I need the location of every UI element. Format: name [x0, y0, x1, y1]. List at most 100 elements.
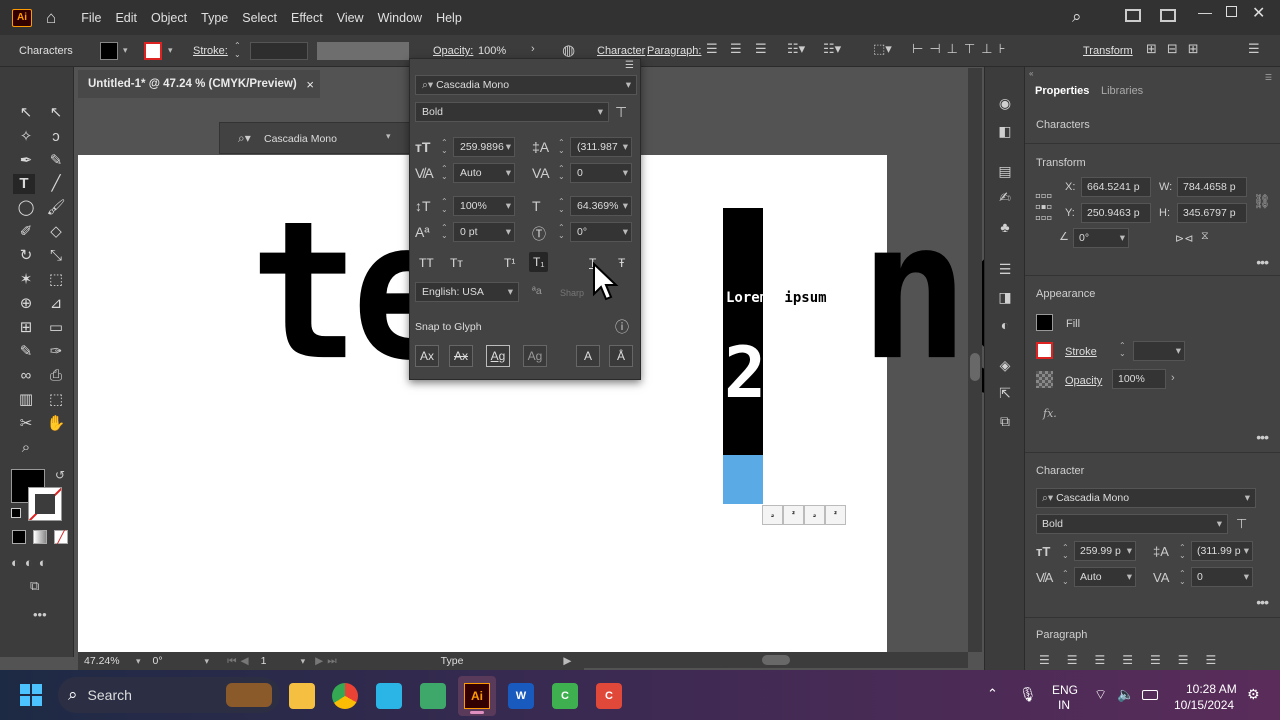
shape-builder-tool-icon[interactable]: ⊕	[15, 294, 37, 314]
measure-tool-icon[interactable]: ✑	[45, 342, 67, 362]
menu-window[interactable]: Window	[371, 11, 429, 25]
small-caps-button[interactable]: Tт	[450, 256, 463, 270]
tracking-input[interactable]: 0 ▾	[570, 163, 632, 183]
horizontal-scale-input[interactable]: 64.369% ▾	[570, 196, 632, 216]
snap-bounds-icon[interactable]: Ag	[486, 345, 510, 367]
transform-link[interactable]: Transform	[1083, 45, 1133, 57]
superscript-button[interactable]: T¹	[504, 256, 515, 270]
unlink-icon[interactable]: ⛓	[1253, 193, 1271, 210]
color-mode-icon[interactable]	[12, 530, 26, 544]
gradient-tool-icon[interactable]: ▭	[45, 318, 67, 338]
word-icon[interactable]: W	[508, 683, 534, 709]
variable-width-field[interactable]	[317, 42, 409, 60]
paragraph-align-icons[interactable]: ☰☰☰☰☰☰☰	[1039, 653, 1233, 667]
artboard-nav-icon[interactable]: ⏮◀	[227, 655, 253, 668]
blue-rectangle[interactable]	[723, 455, 763, 504]
align-center-icon[interactable]: ☰	[730, 41, 742, 57]
opacity-label[interactable]: Opacity:	[433, 45, 473, 57]
lorem-text[interactable]: Lorem	[726, 290, 768, 306]
glyph-alternate[interactable]: ₂	[804, 505, 825, 525]
ellipse-tool-icon[interactable]: ◯	[15, 198, 37, 218]
flip-horizontal-icon[interactable]: ⊳⊲	[1175, 232, 1193, 245]
panel-menu-icon[interactable]: ☰	[1248, 41, 1260, 57]
ipsum-text[interactable]: ipsum	[776, 290, 826, 306]
rotation-value[interactable]: 0°	[153, 655, 205, 667]
direct-selection-tool-icon[interactable]: ↖	[45, 103, 67, 123]
align-right-icon[interactable]: ☰	[755, 41, 767, 57]
stroke-color-swatch[interactable]	[28, 487, 62, 521]
more-options-icon[interactable]: •••	[1256, 429, 1269, 445]
font-style-field[interactable]: Bold ▾	[1036, 514, 1228, 534]
chevron-down-icon[interactable]: ▾	[136, 656, 141, 667]
perspective-grid-tool-icon[interactable]: ⊿	[45, 294, 67, 314]
clock-date[interactable]: 10/15/2024	[1174, 698, 1234, 712]
snap-proximity-icon[interactable]: Ag	[523, 345, 547, 367]
rotate-tool-icon[interactable]: ↻	[15, 246, 37, 266]
fx-icon[interactable]: fx.	[1043, 407, 1057, 420]
fill-swatch[interactable]	[1036, 314, 1053, 331]
screen-mode-icon[interactable]: ⧉	[30, 578, 39, 594]
big-text[interactable]: tes ng	[250, 195, 1071, 386]
vertical-scale-input[interactable]: 100% ▾	[453, 196, 515, 216]
kerning-stepper[interactable]: ⌃ ⌄	[1062, 570, 1069, 586]
recorder-icon[interactable]: C	[596, 683, 622, 709]
color-guide-icon[interactable]: ◉	[995, 95, 1015, 115]
angle-input[interactable]: 0° ▾	[1073, 228, 1129, 248]
workspace-icon[interactable]	[1125, 9, 1141, 22]
arrange-icon[interactable]	[1160, 9, 1176, 22]
transform-icon[interactable]: ⬚▾	[873, 41, 892, 57]
opacity-input[interactable]: 100%	[1112, 369, 1166, 389]
paragraph-link[interactable]: Paragraph:	[647, 45, 701, 57]
illustrator-logo[interactable]: Ai	[12, 8, 32, 27]
close-tab-icon[interactable]: ×	[306, 77, 314, 92]
chevron-right-icon[interactable]: ▶	[563, 655, 571, 667]
libraries-icon[interactable]: ◧	[995, 123, 1015, 143]
lasso-tool-icon[interactable]: ↄ	[45, 127, 67, 147]
panel-menu-icon[interactable]: ☰	[625, 60, 634, 71]
warp-tool-icon[interactable]: ✶	[15, 270, 37, 290]
rotation-stepper[interactable]: ⌃ ⌄	[558, 224, 565, 240]
y-input[interactable]: 250.9463 p	[1081, 203, 1151, 223]
recolor-icon[interactable]: ◍	[562, 41, 575, 59]
eraser-tool-icon[interactable]: ◇	[45, 222, 67, 242]
shaper-tool-icon[interactable]: ✐	[15, 222, 37, 242]
snap-xheight-icon[interactable]: Ax	[449, 345, 473, 367]
calculator-app-icon[interactable]	[420, 683, 446, 709]
close-icon[interactable]: ✕	[1252, 3, 1265, 23]
tracking-input[interactable]: 0 ▾	[1191, 567, 1253, 587]
clock-time[interactable]: 10:28 AM	[1186, 682, 1237, 696]
selection-tool-icon[interactable]: ↖	[15, 103, 37, 123]
chevron-down-icon[interactable]: ▾	[598, 106, 603, 118]
hand-tool-icon[interactable]: ✋	[45, 414, 67, 434]
baseline-shift-input[interactable]: 0 pt ▾	[453, 222, 515, 242]
character-link[interactable]: Character	[597, 45, 645, 57]
more-tools-icon[interactable]: •••	[33, 607, 47, 622]
line-tool-icon[interactable]: ╱	[45, 174, 67, 194]
snap-anchor-icon[interactable]: Å	[609, 345, 633, 367]
w-input[interactable]: 784.4658 p	[1177, 177, 1247, 197]
microphone-icon[interactable]: 🎙	[1019, 686, 1037, 703]
magic-wand-tool-icon[interactable]: ✧	[15, 127, 37, 147]
default-colors-icon[interactable]	[11, 508, 21, 518]
artboard-tool-icon[interactable]: ⬚	[45, 390, 67, 410]
stroke-stepper[interactable]: ⌃ ⌄	[1119, 342, 1126, 358]
swap-colors-icon[interactable]: ↺	[55, 468, 65, 482]
kerning-input[interactable]: Auto ▾	[1074, 567, 1136, 587]
flip-vertical-icon[interactable]: ⧖	[1201, 230, 1209, 243]
type-tool-icon[interactable]: T	[13, 174, 35, 194]
draw-mode-icon[interactable]: ◐◐◐	[11, 555, 53, 570]
subscript-button[interactable]: T₁	[529, 252, 549, 272]
tab-libraries[interactable]: Libraries	[1101, 85, 1143, 97]
export-icon[interactable]: ⇱	[995, 385, 1015, 405]
kerning-input[interactable]: Auto ▾	[453, 163, 515, 183]
illustrator-taskbar-icon[interactable]: Ai	[458, 676, 496, 716]
horizontal-scale-stepper[interactable]: ⌃ ⌄	[558, 198, 565, 214]
symbol-sprayer-tool-icon[interactable]: ⎙	[45, 366, 67, 386]
menu-select[interactable]: Select	[235, 11, 284, 25]
scale-tool-icon[interactable]: ⤡	[45, 246, 67, 266]
rotation-input[interactable]: 0° ▾	[570, 222, 632, 242]
search-icon[interactable]: ⌕	[1072, 7, 1082, 27]
notification-icon[interactable]: ⚙	[1247, 686, 1260, 703]
wifi-icon[interactable]: ⌔	[1094, 686, 1107, 704]
glyph-alternate[interactable]: ²	[783, 505, 804, 525]
